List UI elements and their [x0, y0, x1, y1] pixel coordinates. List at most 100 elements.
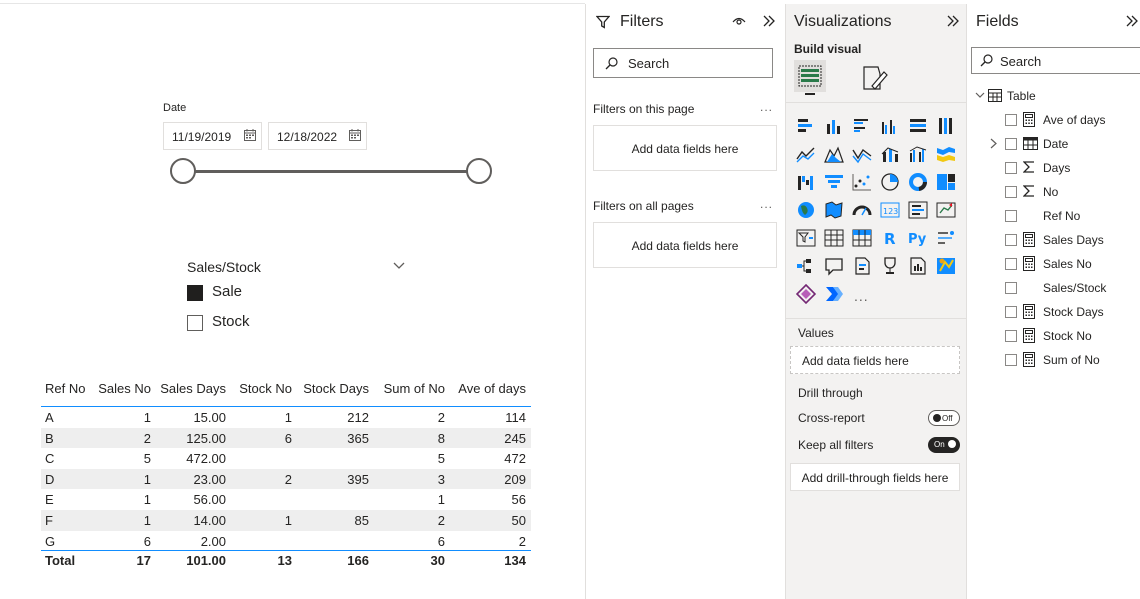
build-visual-tab[interactable]	[794, 60, 826, 92]
checkbox-checked[interactable]	[187, 285, 203, 301]
gauge-icon[interactable]	[852, 200, 872, 220]
kpi-icon[interactable]	[936, 200, 956, 220]
field-item[interactable]: Stock Days	[967, 301, 1140, 323]
date-range-track[interactable]	[183, 170, 479, 173]
ribbon-chart-icon[interactable]	[936, 144, 956, 164]
cross-report-toggle[interactable]: Off	[928, 410, 960, 426]
field-item[interactable]: Date	[967, 133, 1140, 155]
field-checkbox[interactable]	[1005, 258, 1017, 270]
field-item[interactable]: Sales No	[967, 253, 1140, 275]
report-canvas: Date 11/19/2019 12/18/2022 Sales/Stock S…	[0, 0, 585, 599]
treemap-icon[interactable]	[936, 172, 956, 192]
chevron-down-icon[interactable]	[393, 261, 405, 271]
table-icon[interactable]	[824, 228, 844, 248]
collapse-visualizations-icon[interactable]	[946, 15, 960, 27]
calendar-icon[interactable]	[244, 129, 256, 141]
field-checkbox[interactable]	[1005, 210, 1017, 222]
line-chart-icon[interactable]	[796, 144, 816, 164]
decomposition-tree-icon[interactable]	[796, 256, 816, 276]
field-list: Ave of days Date Days No Ref No Sales Days Sal…	[967, 109, 1140, 379]
canvas-top-divider	[0, 3, 585, 4]
field-item[interactable]: Sales Days	[967, 229, 1140, 251]
field-table-node[interactable]: Table	[967, 85, 1140, 107]
python-visual-icon[interactable]: Py	[908, 228, 928, 248]
field-item[interactable]: Days	[967, 157, 1140, 179]
filled-map-icon[interactable]	[824, 200, 844, 220]
smart-narrative-icon[interactable]	[852, 256, 872, 276]
date-end-input[interactable]: 12/18/2022	[268, 122, 367, 150]
collapse-filters-icon[interactable]	[762, 15, 776, 27]
power-automate-icon[interactable]	[824, 284, 844, 304]
clustered-bar-chart-icon[interactable]	[852, 116, 872, 136]
filters-search-input[interactable]: Search	[593, 48, 773, 78]
filters-all-pages-more-button[interactable]: ...	[760, 197, 773, 211]
format-visual-icon[interactable]	[860, 64, 888, 92]
table-row: D 1 23.00 2 395 3 209	[41, 468, 531, 490]
100-stacked-bar-chart-icon[interactable]	[908, 116, 928, 136]
funnel-chart-icon[interactable]	[824, 172, 844, 192]
stacked-area-chart-icon[interactable]	[852, 144, 872, 164]
chevron-right-icon[interactable]	[990, 138, 997, 149]
key-influencers-icon[interactable]	[936, 228, 956, 248]
pie-chart-icon[interactable]	[880, 172, 900, 192]
filters-on-page-more-button[interactable]: ...	[760, 100, 773, 114]
field-item[interactable]: Stock No	[967, 325, 1140, 347]
power-apps-icon[interactable]	[795, 283, 817, 305]
field-checkbox[interactable]	[1005, 282, 1017, 294]
field-checkbox[interactable]	[1005, 138, 1017, 150]
chevron-down-icon[interactable]	[975, 92, 985, 99]
checkbox-unchecked[interactable]	[187, 315, 203, 331]
scatter-chart-icon[interactable]	[852, 172, 872, 192]
date-range-start-handle[interactable]	[170, 158, 196, 184]
drill-through-well[interactable]: Add drill-through fields here	[790, 463, 960, 491]
field-item[interactable]: Ref No	[967, 205, 1140, 227]
table-row-cell: 1	[437, 492, 445, 508]
field-checkbox[interactable]	[1005, 114, 1017, 126]
donut-chart-icon[interactable]	[908, 172, 928, 192]
area-chart-icon[interactable]	[824, 144, 844, 164]
table-row: A 1 15.00 1 212 2 114	[41, 407, 531, 428]
field-checkbox[interactable]	[1005, 162, 1017, 174]
stacked-column-chart-icon[interactable]	[824, 116, 844, 136]
field-item[interactable]: Sum of No	[967, 349, 1140, 371]
values-well[interactable]: Add data fields here	[790, 346, 960, 374]
table-row: C 5 472.00 5 472	[41, 448, 531, 469]
qa-icon[interactable]	[824, 256, 844, 276]
goals-icon[interactable]	[880, 256, 900, 276]
field-checkbox[interactable]	[1005, 234, 1017, 246]
calendar-icon[interactable]	[349, 129, 361, 141]
field-checkbox[interactable]	[1005, 330, 1017, 342]
date-start-input[interactable]: 11/19/2019	[163, 122, 262, 150]
table-row-cell: 5	[437, 451, 445, 467]
line-and-clustered-column-chart-icon[interactable]	[908, 144, 928, 164]
eye-icon[interactable]	[732, 16, 746, 26]
waterfall-chart-icon[interactable]	[796, 172, 816, 192]
clustered-column-chart-icon[interactable]	[880, 116, 900, 136]
fields-search-input[interactable]: Search	[971, 47, 1140, 74]
r-visual-icon[interactable]: R	[880, 228, 900, 248]
filters-on-page-well[interactable]: Add data fields here	[593, 125, 777, 171]
filters-all-pages-well[interactable]: Add data fields here	[593, 222, 777, 268]
100-stacked-column-chart-icon[interactable]	[936, 116, 956, 136]
multi-row-card-icon[interactable]	[908, 200, 928, 220]
matrix-icon[interactable]	[852, 228, 872, 248]
more-visuals-button[interactable]: ...	[854, 288, 869, 304]
field-checkbox[interactable]	[1005, 354, 1017, 366]
field-item[interactable]: Ave of days	[967, 109, 1140, 131]
line-and-column-chart-icon[interactable]	[880, 144, 900, 164]
field-checkbox[interactable]	[1005, 306, 1017, 318]
map-icon[interactable]	[796, 200, 816, 220]
azure-map-icon[interactable]	[936, 256, 956, 276]
field-checkbox[interactable]	[1005, 186, 1017, 198]
field-item[interactable]: No	[967, 181, 1140, 203]
collapse-fields-icon[interactable]	[1125, 15, 1139, 27]
field-item[interactable]: Sales/Stock	[967, 277, 1140, 299]
table-row-cell: 14.00	[193, 512, 226, 528]
stacked-bar-chart-icon[interactable]	[796, 116, 816, 136]
table-icon	[988, 89, 1002, 102]
paginated-report-icon[interactable]	[908, 256, 928, 276]
slicer-icon[interactable]	[796, 228, 816, 248]
card-icon[interactable]: 123	[880, 200, 900, 220]
date-range-end-handle[interactable]	[466, 158, 492, 184]
keep-all-filters-toggle[interactable]: On	[928, 437, 960, 453]
